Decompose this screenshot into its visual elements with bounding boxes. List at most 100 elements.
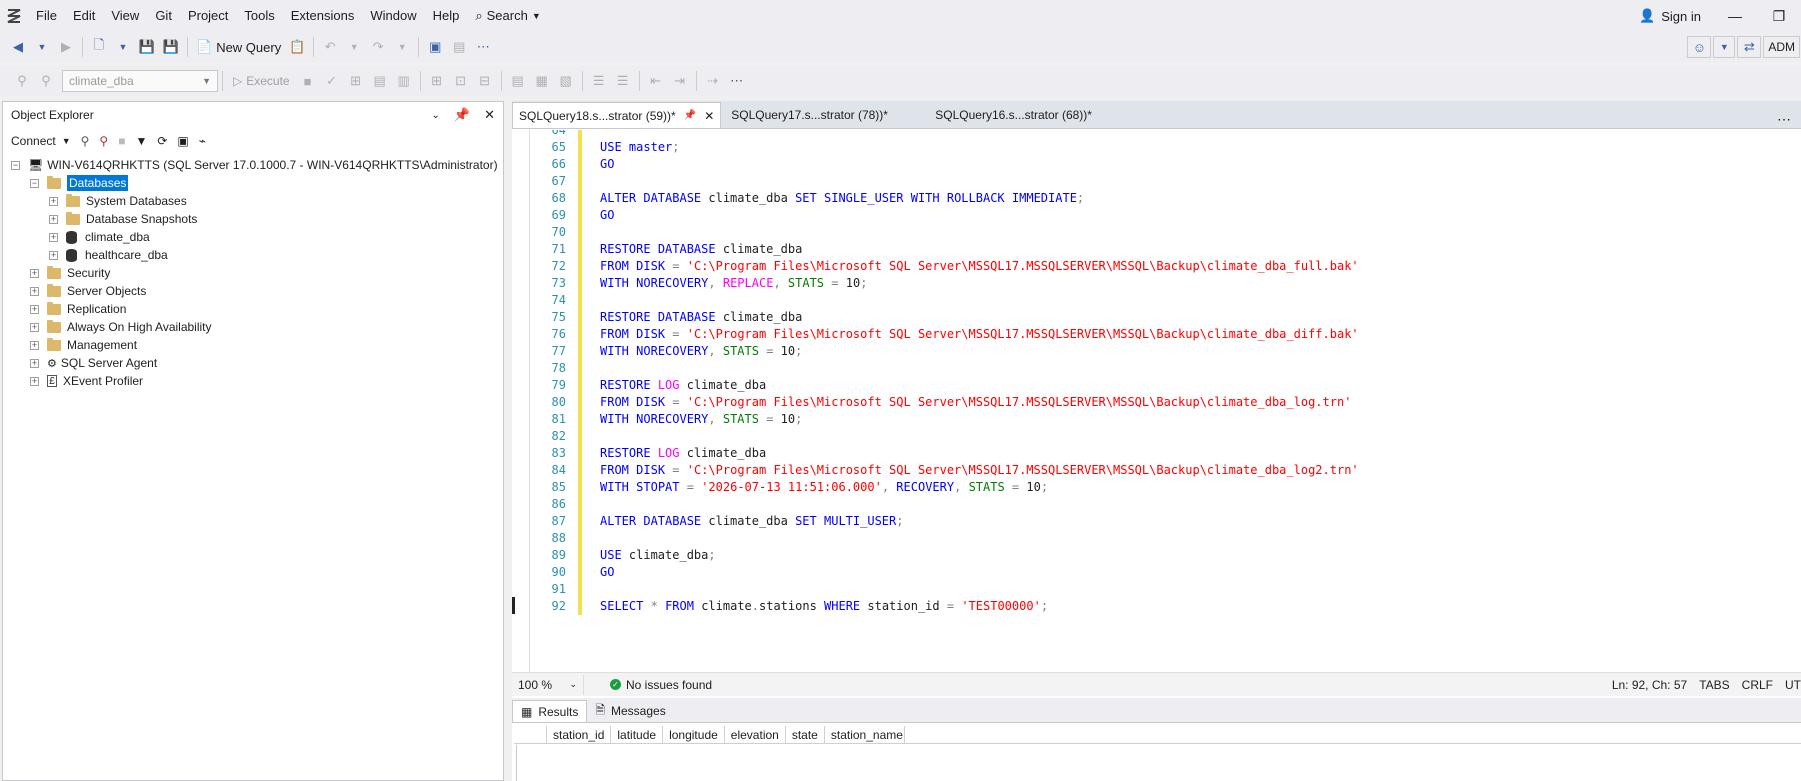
code-line[interactable]: 92 SELECT * FROM climate.stations WHERE s… — [530, 598, 1048, 615]
code-line[interactable]: 79 RESTORE LOG climate_dba — [530, 377, 766, 394]
code-editor[interactable]: 64 65 USE master; 66 GO 67 68 ALTER DATABASE cl… — [512, 130, 1801, 672]
tree-node-database-snapshots[interactable]: + Database Snapshots — [3, 210, 503, 228]
activity-icon[interactable]: ⌁ — [199, 134, 206, 148]
redo-dropdown-icon[interactable]: ▼ — [391, 36, 413, 58]
code-line[interactable]: 69 GO — [530, 207, 614, 224]
expand-icon[interactable]: + — [30, 286, 39, 296]
refresh-icon[interactable]: ⟳ — [157, 134, 167, 148]
connect-icon[interactable]: ⚲ — [11, 70, 33, 92]
tree-node-system-databases[interactable]: + System Databases — [3, 192, 503, 210]
code-line[interactable]: 90 GO — [530, 564, 614, 581]
new-query-button[interactable]: 📄 New Query — [192, 39, 285, 55]
client-stats-icon[interactable]: ⊟ — [474, 70, 496, 92]
query-options-icon[interactable]: ▤ — [369, 70, 391, 92]
save-icon[interactable]: 💾 — [136, 36, 158, 58]
stop-icon[interactable]: ■ — [118, 134, 125, 148]
expand-icon[interactable]: + — [30, 340, 39, 350]
menu-window[interactable]: Window — [362, 0, 424, 32]
undo-icon[interactable]: ↶ — [319, 36, 341, 58]
results-grid[interactable]: station_id latitude longitude elevation … — [512, 722, 1801, 781]
code-line[interactable]: 86 — [530, 496, 600, 513]
redo-icon[interactable]: ↷ — [367, 36, 389, 58]
expand-icon[interactable]: + — [49, 196, 58, 206]
share-icon[interactable]: ⇄ — [1737, 36, 1762, 58]
menu-extensions[interactable]: Extensions — [283, 0, 363, 32]
tab-messages[interactable]: 🗎 Messages — [587, 700, 673, 722]
execute-button[interactable]: ▷ Execute — [227, 74, 296, 88]
code-line[interactable]: 65 USE master; — [530, 139, 680, 156]
code-line[interactable]: 68 ALTER DATABASE climate_dba SET SINGLE_… — [530, 190, 1084, 207]
code-line[interactable]: 78 — [530, 360, 600, 377]
parse-icon[interactable]: ✓ — [321, 70, 343, 92]
pin-icon[interactable]: 📌 — [454, 107, 470, 123]
code-line[interactable]: 84 FROM DISK = 'C:\Program Files\Microsof… — [530, 462, 1359, 479]
admin-badge[interactable]: ADM — [1763, 36, 1800, 58]
menu-file[interactable]: File — [28, 0, 65, 32]
code-line[interactable]: 72 FROM DISK = 'C:\Program Files\Microsof… — [530, 258, 1359, 275]
tree-node-xevent-profiler[interactable]: + £ XEvent Profiler — [3, 372, 503, 390]
tree-node-databases[interactable]: − Databases — [3, 174, 503, 192]
column-header[interactable]: longitude — [663, 726, 725, 743]
tab-overflow-icon[interactable]: ⋯ — [1777, 111, 1801, 128]
column-header[interactable]: state — [785, 726, 825, 743]
line-ending[interactable]: CRLF — [1742, 678, 1773, 692]
menu-tools[interactable]: Tools — [236, 0, 282, 32]
restore-icon[interactable]: ❐ — [1757, 8, 1801, 25]
comment-icon[interactable]: ☰ — [588, 70, 610, 92]
menu-edit[interactable]: Edit — [65, 0, 103, 32]
more-icon[interactable]: ⋯ — [726, 70, 748, 92]
indent-mode[interactable]: TABS — [1699, 678, 1729, 692]
tree-node-server[interactable]: − 🖥 WIN-V614QRHKTTS (SQL Server 17.0.100… — [3, 156, 503, 174]
close-icon[interactable]: ✕ — [484, 107, 495, 123]
tree-node-replication[interactable]: + Replication — [3, 300, 503, 318]
code-line[interactable]: 73 WITH NORECOVERY, REPLACE, STATS = 10; — [530, 275, 867, 292]
tab-sqlquery16[interactable]: SQLQuery16.s...strator (68))* — [931, 102, 1098, 128]
column-header[interactable]: elevation — [724, 726, 786, 743]
code-line[interactable]: 75 RESTORE DATABASE climate_dba — [530, 309, 802, 326]
chevron-down-icon[interactable]: ⌄ — [432, 110, 440, 121]
increase-indent-icon[interactable]: ⇥ — [669, 70, 691, 92]
collapse-icon[interactable]: − — [30, 178, 39, 188]
disconnect-icon[interactable]: ⚲ — [99, 134, 108, 148]
code-line[interactable]: 67 — [530, 173, 600, 190]
encoding[interactable]: UT — [1785, 678, 1801, 692]
tree-node-management[interactable]: + Management — [3, 336, 503, 354]
connect-button[interactable]: Connect ▼ — [11, 134, 71, 148]
actual-plan-icon[interactable]: ⊞ — [426, 70, 448, 92]
expand-icon[interactable]: + — [30, 376, 39, 386]
row-selector-header[interactable] — [514, 726, 547, 743]
filter-icon[interactable]: ▼ — [135, 134, 147, 148]
stop-icon[interactable]: ■ — [297, 70, 319, 92]
connect-plug-icon[interactable]: ⚲ — [81, 134, 90, 148]
issues-indicator[interactable]: ✓ No issues found — [610, 678, 712, 692]
properties-icon[interactable]: ▤ — [448, 36, 470, 58]
code-line[interactable]: 87 ALTER DATABASE climate_dba SET MULTI_U… — [530, 513, 903, 530]
live-stats-icon[interactable]: ⊡ — [450, 70, 472, 92]
tree-node-security[interactable]: + Security — [3, 264, 503, 282]
column-header[interactable]: station_name — [824, 726, 905, 743]
tree-node-server-objects[interactable]: + Server Objects — [3, 282, 503, 300]
sign-in-button[interactable]: 👤 Sign in — [1627, 8, 1713, 24]
tree-node-climate-dba[interactable]: + climate_dba — [3, 228, 503, 246]
zoom-select[interactable]: 100 % ⌄ — [512, 674, 584, 695]
menu-project[interactable]: Project — [180, 0, 236, 32]
code-line[interactable]: 89 USE climate_dba; — [530, 547, 716, 564]
query-icon[interactable]: 📋 — [286, 36, 308, 58]
back-icon[interactable]: ◀ — [7, 36, 29, 58]
code-line[interactable]: 85 WITH STOPAT = '2026-07-13 11:51:06.000… — [530, 479, 1048, 496]
decrease-indent-icon[interactable]: ⇤ — [645, 70, 667, 92]
tab-sqlquery17[interactable]: SQLQuery17.s...strator (78))* — [721, 102, 931, 128]
save-all-icon[interactable]: 💾 — [160, 36, 182, 58]
tree-node-always-on[interactable]: + Always On High Availability — [3, 318, 503, 336]
expand-icon[interactable]: + — [30, 304, 39, 314]
code-line[interactable]: 71 RESTORE DATABASE climate_dba — [530, 241, 802, 258]
feedback-icon[interactable]: ☺ — [1687, 36, 1712, 58]
code-line[interactable]: 91 — [530, 581, 600, 598]
forward-icon[interactable]: ▶ — [55, 36, 77, 58]
tree-node-healthcare-dba[interactable]: + healthcare_dba — [3, 246, 503, 264]
specify-values-icon[interactable]: ⇢ — [702, 70, 724, 92]
code-line[interactable]: 70 — [530, 224, 600, 241]
tab-sqlquery18[interactable]: SQLQuery18.s...strator (59))* 📌 ✕ — [512, 102, 722, 128]
code-line[interactable]: 74 — [530, 292, 600, 309]
activity-monitor-icon[interactable]: ▣ — [424, 36, 446, 58]
